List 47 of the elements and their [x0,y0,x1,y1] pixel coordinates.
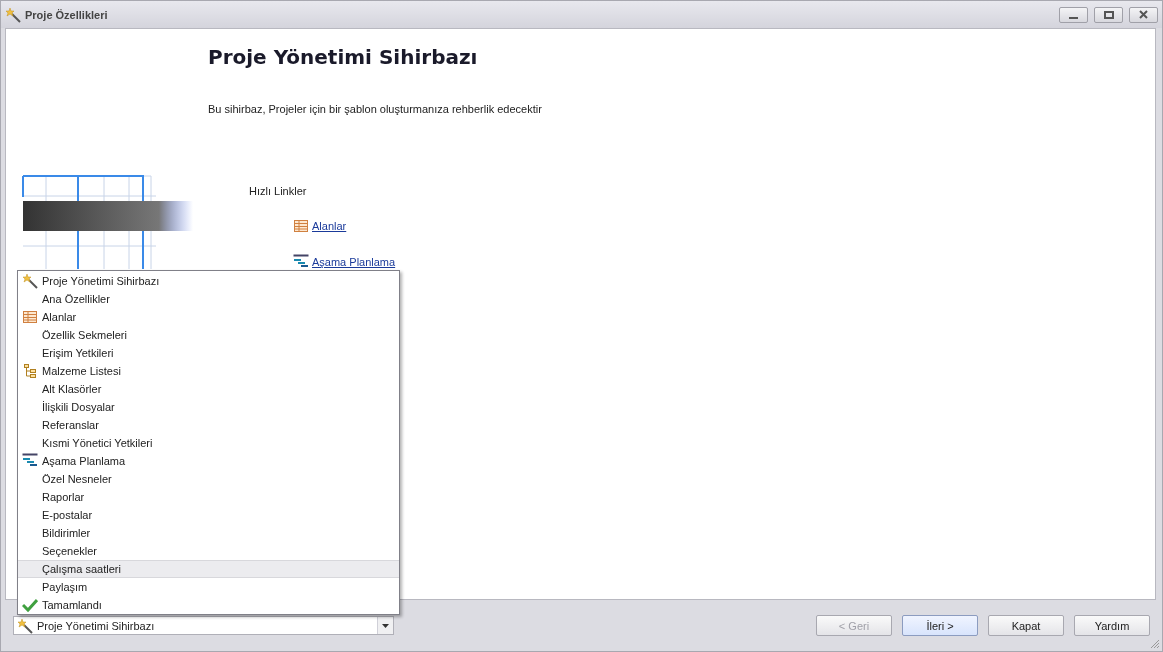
tree-icon [22,363,38,379]
quick-links-label: Hızlı Linkler [249,185,308,197]
caret-icon [382,623,389,628]
wizard-button[interactable]: Kapat [988,615,1064,636]
close-button[interactable] [1129,6,1158,23]
step-list-item[interactable]: Çalışma saatleri [18,560,399,578]
step-list-item[interactable]: Referanslar [18,416,399,434]
gantt-chart-icon [22,453,38,469]
step-list-item[interactable]: E-postalar [18,506,399,524]
magic-wand-icon [17,617,33,634]
table-icon [293,218,309,234]
step-list-item[interactable]: Bildirimler [18,524,399,542]
step-list-item[interactable]: Paylaşım [18,578,399,596]
quick-link[interactable]: Alanlar [312,220,347,232]
dropdown-arrow-button[interactable] [377,617,393,634]
step-list-item[interactable]: Alt Klasörler [18,380,399,398]
maximize-icon [1103,10,1114,19]
wizard-button[interactable]: İleri > [902,615,978,636]
table-icon [22,309,38,325]
step-combo-box[interactable]: Proje Yönetimi Sihirbazı [13,616,394,635]
wizard-button[interactable]: Yardım [1074,615,1150,636]
step-list-item[interactable]: Proje Yönetimi Sihirbazı [18,272,399,290]
checkmark-icon [22,597,38,613]
gantt-chart-icon [293,254,309,270]
step-list-item[interactable]: Aşama Planlama [18,452,399,470]
step-list-item[interactable]: Erişim Yetkileri [18,344,399,362]
wizard-heading: Proje Yönetimi Sihirbazı [208,45,479,69]
wizard-description: Bu sihirbaz, Projeler için bir şablon oluşturmanıza rehberlik edecektir [208,103,543,115]
step-list-item[interactable]: Kısmi Yönetici Yetkileri [18,434,399,452]
window-title: Proje Özellikleri [25,8,109,21]
step-list-item[interactable]: Seçenekler [18,542,399,560]
quick-link[interactable]: Aşama Planlama [312,256,396,268]
step-list-item[interactable]: Malzeme Listesi [18,362,399,380]
resize-grip-icon [1150,639,1160,649]
step-list-item[interactable]: Ana Özellikler [18,290,399,308]
step-list-item[interactable]: Özellik Sekmeleri [18,326,399,344]
step-list-item[interactable]: Alanlar [18,308,399,326]
magic-wand-icon [22,273,38,289]
close-icon [1139,10,1148,19]
minimize-button[interactable] [1059,6,1088,23]
step-list-item[interactable]: Tamamlandı [18,596,399,614]
maximize-button[interactable] [1094,6,1123,23]
step-list-item[interactable]: Raporlar [18,488,399,506]
magic-wand-icon [5,6,21,23]
minimize-icon [1069,16,1078,19]
step-list-item[interactable]: Özel Nesneler [18,470,399,488]
step-list-item[interactable]: İlişkili Dosyalar [18,398,399,416]
